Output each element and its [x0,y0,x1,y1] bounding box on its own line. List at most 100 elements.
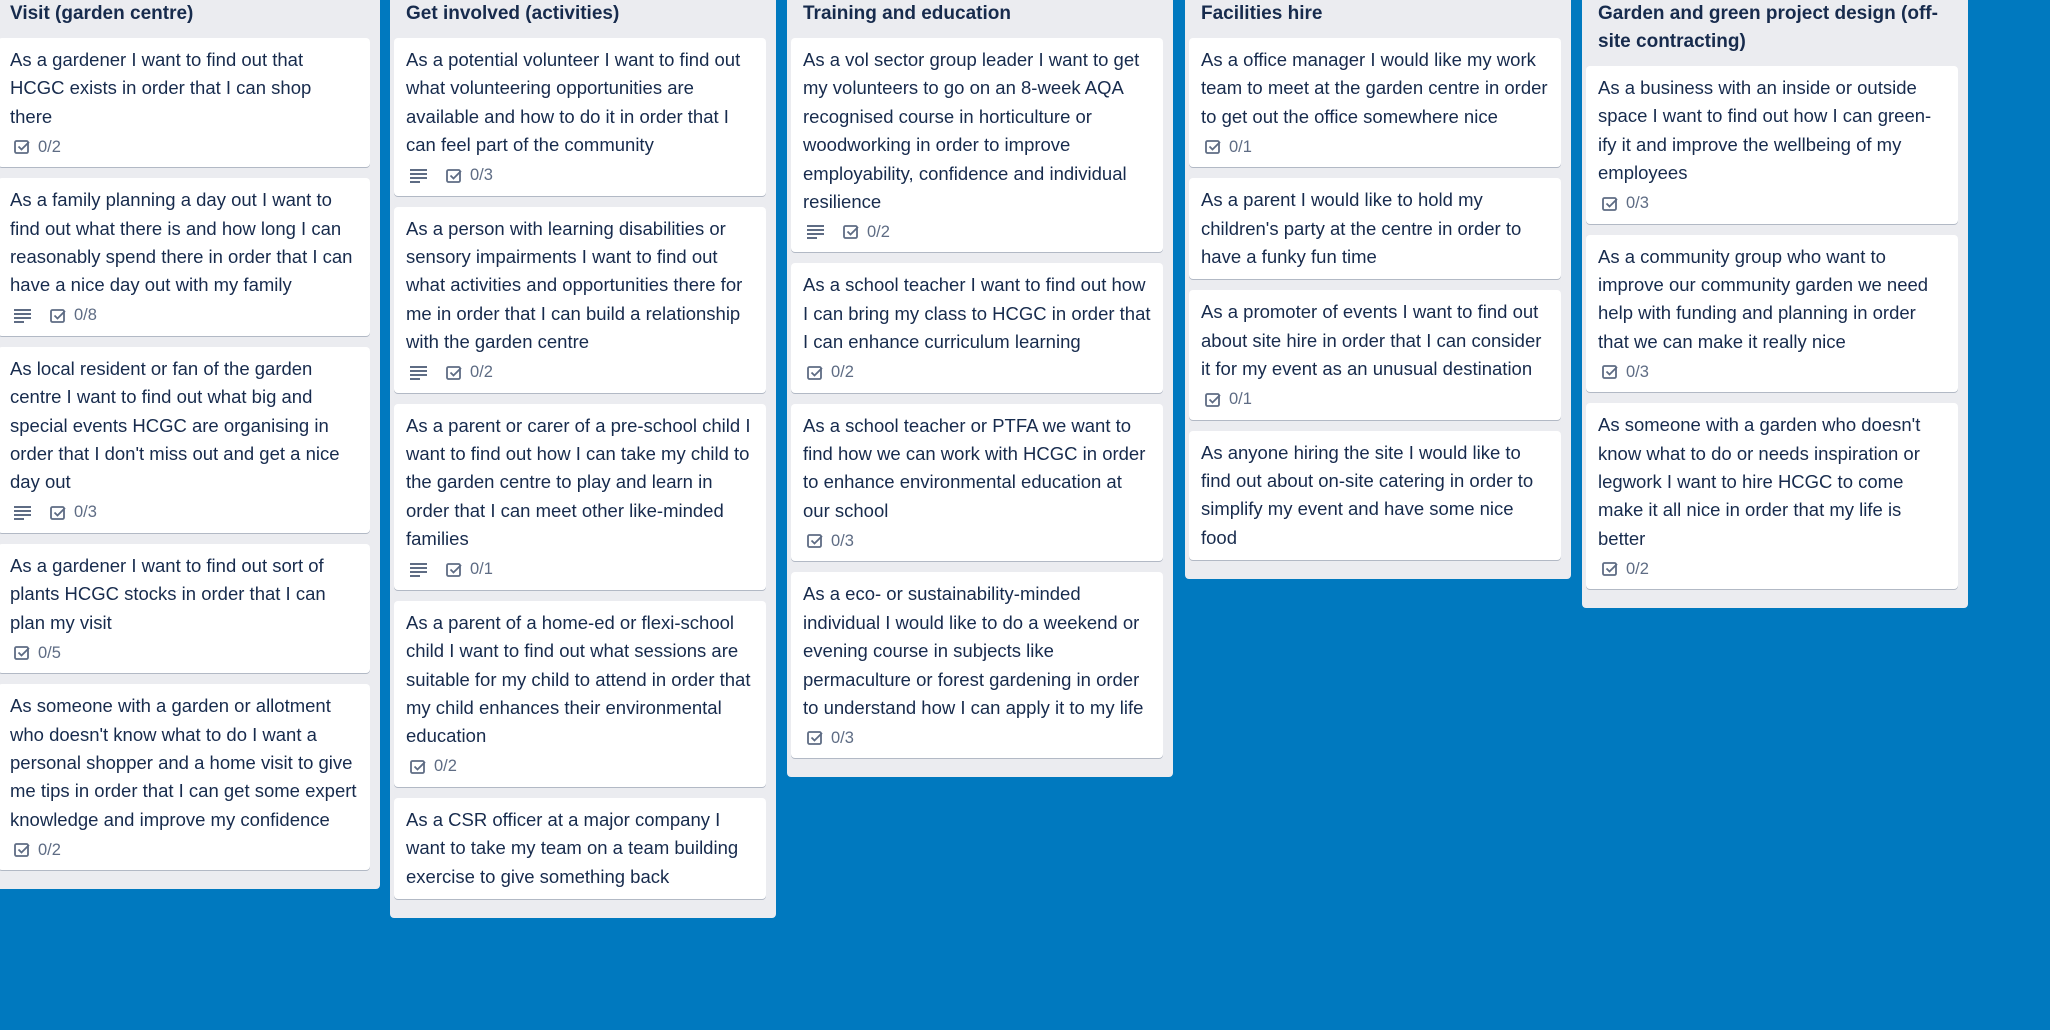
card-title: As a person with learning disabilities o… [406,217,743,353]
card-title: As a business with an inside or outside … [1598,77,1932,184]
card[interactable]: As a school teacher or PTFA we want to f… [791,403,1163,562]
checklist-badge: 0/8 [46,306,97,325]
checklist-icon [446,168,462,184]
card[interactable]: As a business with an inside or outside … [1586,66,1958,224]
checklist-count: 0/3 [831,531,854,550]
list-training: Training and education As a vol sector g… [787,0,1173,778]
checklist-count: 0/1 [1229,390,1252,409]
checklist-count: 0/2 [867,222,890,241]
card-title: As a promoter of events I want to find o… [1201,301,1542,380]
checklist-badge: 0/1 [1201,138,1252,157]
card-badges: 0/3 [406,160,754,192]
card[interactable]: As a eco- or sustainability-minded indiv… [791,572,1163,759]
card-title: As a family planning a day out I want to… [10,189,353,296]
card[interactable]: As a family planning a day out I want to… [0,178,370,336]
checklist-icon [50,308,66,324]
checklist-badge: 0/2 [1598,560,1649,579]
card[interactable]: As a gardener I want to find out that HC… [0,38,370,168]
card-title: As a CSR officer at a major company I wa… [406,808,739,887]
card-badges: 0/2 [803,357,1151,389]
card[interactable]: As a parent I would like to hold my chil… [1189,178,1561,280]
card-badges: 0/2 [10,834,358,866]
checklist-count: 0/8 [74,306,97,325]
card-title: As someone with a garden or allotment wh… [10,695,357,830]
card-title: As someone with a garden who doesn't kno… [1598,414,1921,549]
card[interactable]: As a parent or carer of a pre-school chi… [394,403,766,590]
list-title[interactable]: Garden and green project design (off-sit… [1586,0,1958,62]
list-title[interactable]: Visit (garden centre) [0,0,370,34]
checklist-badge: 0/3 [1598,363,1649,382]
checklist-badge: 0/2 [803,363,854,382]
card-title: As a parent I would like to hold my chil… [1201,189,1522,268]
card-badges: 0/3 [1598,188,1946,220]
checklist-badge: 0/3 [46,503,97,522]
checklist-count: 0/2 [38,137,61,156]
card[interactable]: As a promoter of events I want to find o… [1189,290,1561,420]
card-badges: 0/1 [406,554,754,586]
list-title[interactable]: Get involved (activities) [394,0,766,34]
card-badges: 0/2 [406,357,754,389]
checklist-icon [446,365,462,381]
checklist-icon [843,224,859,240]
card[interactable]: As a school teacher I want to find out h… [791,263,1163,393]
checklist-icon [807,533,823,549]
checklist-badge: 0/2 [10,841,61,860]
checklist-icon [410,759,426,775]
checklist-icon [807,730,823,746]
card-title: As a community group who want to improve… [1598,245,1929,352]
checklist-count: 0/2 [38,840,61,859]
card[interactable]: As a vol sector group leader I want to g… [791,38,1163,253]
description-icon [406,365,428,380]
card-badges: 0/2 [10,131,358,163]
checklist-icon [1205,139,1221,155]
card[interactable]: As a person with learning disabilities o… [394,206,766,393]
list-title[interactable]: Training and education [791,0,1163,34]
description-icon [803,225,825,240]
checklist-badge: 0/2 [442,363,493,382]
card[interactable]: As a community group who want to improve… [1586,234,1958,393]
card-badges: 0/3 [803,722,1151,754]
card[interactable]: As local resident or fan of the garden c… [0,346,370,533]
checklist-icon [807,365,823,381]
list-title[interactable]: Facilities hire [1189,0,1561,34]
card-title: As a potential volunteer I want to find … [406,49,741,156]
card-badges: 0/3 [803,525,1151,557]
checklist-count: 0/2 [831,363,854,382]
checklist-count: 0/3 [1626,362,1649,381]
card[interactable]: As anyone hiring the site I would like t… [1189,430,1561,561]
checklist-badge: 0/3 [442,166,493,185]
card-title: As a office manager I would like my work… [1201,49,1548,127]
card[interactable]: As a CSR officer at a major company I wa… [394,797,766,899]
list-get-involved: Get involved (activities) As a potential… [390,0,776,918]
card-badges: 0/2 [406,751,754,783]
checklist-badge: 0/2 [839,223,890,242]
checklist-icon [14,645,30,661]
list-visit: Visit (garden centre) As a gardener I wa… [0,0,380,890]
checklist-count: 0/2 [470,363,493,382]
checklist-count: 0/3 [1626,194,1649,213]
checklist-icon [14,139,30,155]
card-badges: 0/8 [10,300,358,332]
card-title: As a parent or carer of a pre-school chi… [406,414,751,550]
checklist-badge: 0/2 [10,138,61,157]
checklist-icon [1602,364,1618,380]
card[interactable]: As a potential volunteer I want to find … [394,38,766,196]
card-title: As a school teacher or PTFA we want to f… [803,414,1146,521]
card-title: As local resident or fan of the garden c… [10,357,340,493]
checklist-icon [1205,392,1221,408]
card-title: As anyone hiring the site I would like t… [1201,441,1534,548]
checklist-icon [446,562,462,578]
card-badges: 0/2 [1598,553,1946,585]
card[interactable]: As a gardener I want to find out sort of… [0,543,370,674]
description-icon [10,308,32,323]
card[interactable]: As a parent of a home-ed or flexi-school… [394,600,766,787]
list-garden-design: Garden and green project design (off-sit… [1582,0,1968,609]
card-badges: 0/3 [10,497,358,529]
card[interactable]: As a office manager I would like my work… [1189,38,1561,168]
card[interactable]: As someone with a garden or allotment wh… [0,684,370,871]
checklist-icon [14,842,30,858]
card[interactable]: As someone with a garden who doesn't kno… [1586,403,1958,590]
checklist-icon [1602,561,1618,577]
card-title: As a eco- or sustainability-minded indiv… [803,583,1144,718]
card-badges: 0/1 [1201,131,1549,163]
